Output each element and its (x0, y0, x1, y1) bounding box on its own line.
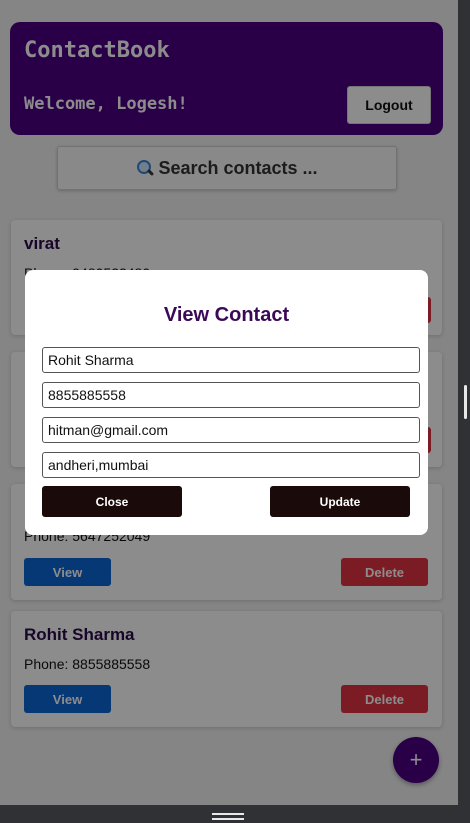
modal-title: View Contact (163, 304, 290, 326)
resize-handle-bottom-line[interactable] (212, 818, 244, 820)
contact-name-field[interactable] (42, 347, 420, 373)
view-contact-modal: View Contact Close Update (25, 270, 428, 535)
resize-handle-bottom[interactable] (212, 813, 244, 815)
resize-handle-right[interactable] (464, 385, 467, 419)
contact-phone-field[interactable] (42, 382, 420, 408)
window-bottom-bar (0, 805, 470, 823)
app-root: ContactBook Welcome, Logesh! Logout Sear… (0, 0, 458, 805)
contact-address-field[interactable] (42, 452, 420, 478)
close-button[interactable]: Close (42, 486, 182, 517)
update-button[interactable]: Update (270, 486, 410, 517)
contact-email-field[interactable] (42, 417, 420, 443)
